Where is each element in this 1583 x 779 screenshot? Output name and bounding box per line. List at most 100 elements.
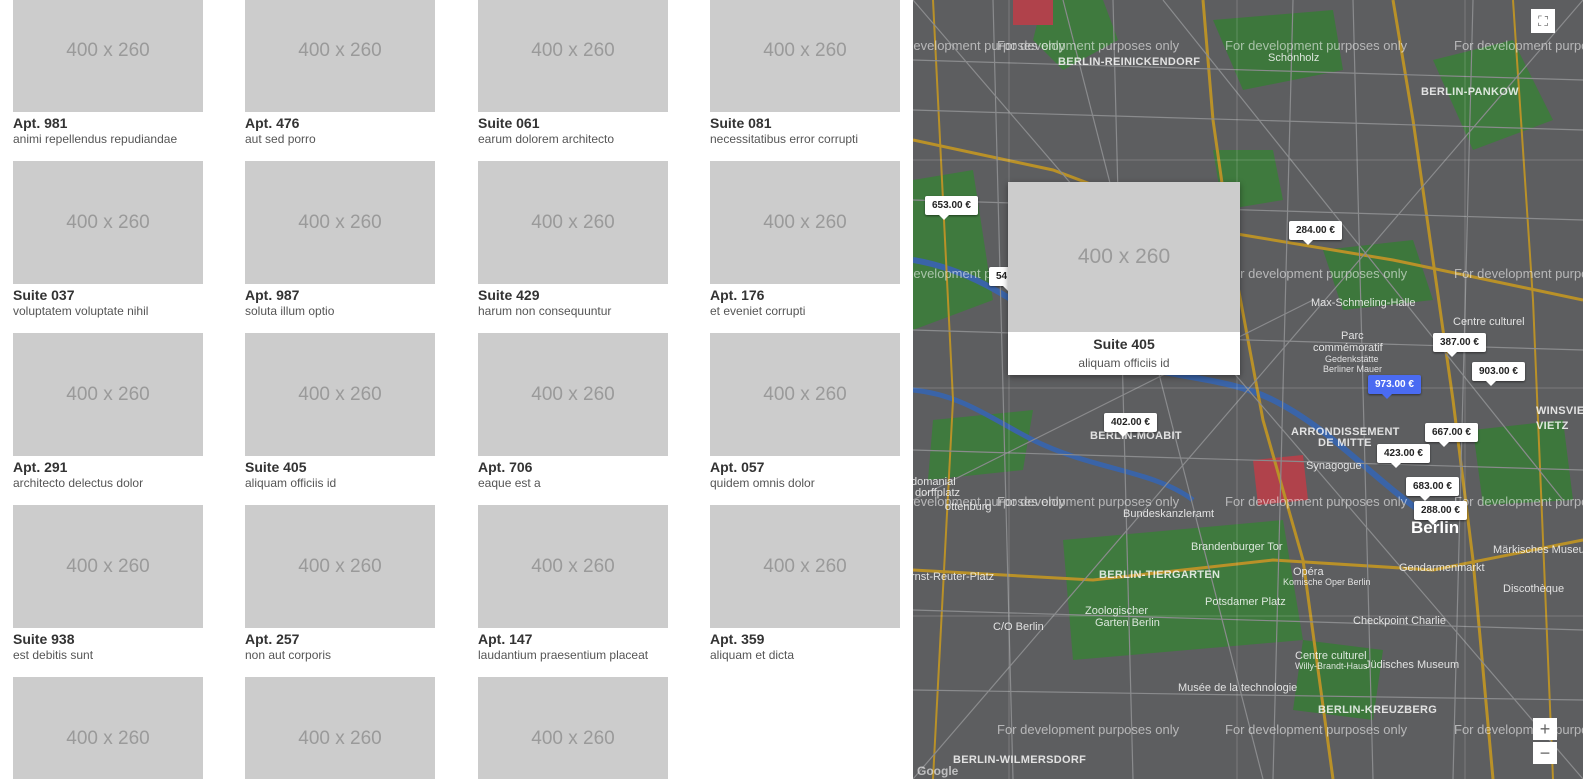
map[interactable]: For development purposes only For develo… xyxy=(913,0,1583,779)
listing-card[interactable]: 400 x 260 Apt. 359 aliquam et dicta xyxy=(710,505,900,663)
place-label: Märkisches Museum xyxy=(1493,544,1583,556)
listing-title: Suite 081 xyxy=(710,115,772,131)
map-watermark: For development purposes only xyxy=(1225,494,1408,509)
popup-title: Suite 405 xyxy=(1093,336,1155,352)
place-label: Potsdamer Platz xyxy=(1205,596,1286,608)
listing-title: Apt. 981 xyxy=(13,115,68,131)
place-label: C/O Berlin xyxy=(993,621,1044,633)
listing-description: animi repellendus repudiandae xyxy=(13,132,178,146)
listing-title: Suite 061 xyxy=(478,115,540,131)
place-label: Synagogue xyxy=(1306,460,1362,472)
listing-card[interactable]: 400 x 260 Apt. 147 laudantium praesentium … xyxy=(478,505,668,663)
place-label: BERLIN-TIERGARTEN xyxy=(1099,569,1221,581)
listing-card[interactable]: 400 x 260 xyxy=(478,677,668,779)
listing-image: 400 x 260 xyxy=(245,505,435,628)
price-marker-selected[interactable]: 973.00 € xyxy=(1368,375,1421,399)
listing-description: soluta illum optio xyxy=(245,304,335,318)
listing-card[interactable]: 400 x 260 Suite 061 earum dolorem architec… xyxy=(478,0,668,147)
listing-image: 400 x 260 xyxy=(710,0,900,112)
listing-popup[interactable]: 400 x 260 Suite 405 aliquam officiis id xyxy=(1008,182,1240,375)
price-marker[interactable]: 402.00 € xyxy=(1104,413,1157,437)
map-watermark: For development purposes only xyxy=(1454,266,1583,281)
map-watermark: For development purposes only xyxy=(1225,38,1408,53)
listing-description: harum non consequuntur xyxy=(478,304,612,318)
fullscreen-button[interactable]: ⛶ xyxy=(1531,9,1555,33)
listing-description: laudantium praesentium placeat xyxy=(478,648,649,662)
place-label: ottenburg xyxy=(945,501,992,513)
map-watermark: For development purposes only xyxy=(997,38,1180,53)
listing-description: aliquam officiis id xyxy=(245,476,337,490)
price-marker[interactable]: 284.00 € xyxy=(1289,221,1342,245)
place-label: Discothèque xyxy=(1503,583,1565,595)
listing-card[interactable]: 400 x 260 Apt. 706 eaque est a xyxy=(478,333,668,491)
google-logo: Google xyxy=(917,764,959,778)
listing-description: aliquam et dicta xyxy=(710,648,795,662)
place-label: WINSVIER xyxy=(1536,405,1583,417)
price-marker[interactable]: 683.00 € xyxy=(1406,477,1459,501)
listing-title: Apt. 057 xyxy=(710,459,765,475)
listing-card[interactable]: 400 x 260 Apt. 057 quidem omnis dolor xyxy=(710,333,900,491)
place-label: Musée de la technologie xyxy=(1178,682,1298,694)
listing-image: 400 x 260 xyxy=(13,161,203,284)
listing-card[interactable]: 400 x 260 Apt. 987 soluta illum optio xyxy=(245,161,435,319)
listing-title: Suite 037 xyxy=(13,287,75,303)
listing-image: 400 x 260 xyxy=(710,505,900,628)
listing-description: eaque est a xyxy=(478,476,541,490)
listing-card[interactable]: 400 x 260 Apt. 291 architecto delectus dol… xyxy=(13,333,203,491)
listing-grid: 400 x 260 Apt. 981 animi repellendus repud… xyxy=(0,0,913,779)
place-label: Komische Oper Berlin xyxy=(1283,577,1371,587)
listing-card[interactable]: 400 x 260 Apt. 476 aut sed porro xyxy=(245,0,435,147)
listing-card[interactable]: 400 x 260 Suite 037 voluptatem voluptate n… xyxy=(13,161,203,319)
listing-image: 400 x 260 xyxy=(478,0,668,112)
price-marker[interactable]: 903.00 € xyxy=(1472,362,1525,386)
listing-image: 400 x 260 xyxy=(245,161,435,284)
listing-card[interactable]: 400 x 260 Suite 429 harum non consequuntur xyxy=(478,161,668,319)
listing-card[interactable]: 400 x 260 Suite 405 aliquam officiis id xyxy=(245,333,435,491)
place-label: BERLIN-PANKOW xyxy=(1421,86,1519,98)
listing-description: non aut corporis xyxy=(245,648,332,662)
place-label: Zoologischer xyxy=(1085,605,1148,617)
place-label: Centre culturel xyxy=(1453,316,1525,328)
place-label: Schönholz xyxy=(1268,52,1320,64)
listing-image: 400 x 260 xyxy=(478,677,668,779)
listing-description: necessitatibus error corrupti xyxy=(710,132,859,146)
listing-title: Apt. 257 xyxy=(245,631,300,647)
price-marker[interactable]: 667.00 € xyxy=(1425,423,1478,447)
listing-card[interactable]: 400 x 260 xyxy=(13,677,203,779)
listing-card[interactable]: 400 x 260 Suite 938 est debitis sunt xyxy=(13,505,203,663)
listing-description: voluptatem voluptate nihil xyxy=(13,304,149,318)
place-label: BERLIN-REINICKENDORF xyxy=(1058,56,1201,68)
place-label: Gendarmenmarkt xyxy=(1399,562,1485,574)
place-label: BERLIN-KREUZBERG xyxy=(1318,704,1438,716)
listing-image: 400 x 260 xyxy=(245,333,435,456)
place-label: Berliner Mauer xyxy=(1323,364,1383,374)
zoom-out-button[interactable]: − xyxy=(1533,742,1557,764)
listing-image: 400 x 260 xyxy=(478,161,668,284)
map-watermark: For development purposes only xyxy=(1225,722,1408,737)
listing-title: Apt. 987 xyxy=(245,287,300,303)
place-label: Bundeskanzleramt xyxy=(1123,508,1215,520)
map-roads xyxy=(913,0,1583,779)
price-marker[interactable]: 288.00 € xyxy=(1414,501,1467,525)
listing-card[interactable]: 400 x 260 Apt. 176 et eveniet corrupti xyxy=(710,161,900,319)
popup-description: aliquam officiis id xyxy=(1078,356,1170,370)
listing-title: Suite 429 xyxy=(478,287,540,303)
listing-image: 400 x 260 xyxy=(245,0,435,112)
listing-image: 400 x 260 xyxy=(245,677,435,779)
zoom-in-button[interactable]: + xyxy=(1533,718,1557,740)
listing-card[interactable]: 400 x 260 Apt. 257 non aut corporis xyxy=(245,505,435,663)
listing-image: 400 x 260 xyxy=(710,161,900,284)
price-marker[interactable]: 653.00 € xyxy=(925,196,978,220)
price-marker[interactable]: 387.00 € xyxy=(1433,333,1486,357)
listing-image: 400 x 260 xyxy=(478,333,668,456)
listing-description: quidem omnis dolor xyxy=(710,476,815,490)
listing-card[interactable]: 400 x 260 Suite 081 necessitatibus error c… xyxy=(710,0,900,147)
listing-card[interactable]: 400 x 260 Apt. 981 animi repellendus repud… xyxy=(13,0,203,147)
place-label: VIETZ xyxy=(1536,420,1569,432)
listing-card[interactable]: 400 x 260 xyxy=(245,677,435,779)
price-marker[interactable]: 423.00 € xyxy=(1377,444,1430,468)
listing-description: aut sed porro xyxy=(245,132,316,146)
place-label: commémoratif xyxy=(1313,342,1383,354)
listing-title: Apt. 291 xyxy=(13,459,68,475)
listing-description: est debitis sunt xyxy=(13,648,94,662)
